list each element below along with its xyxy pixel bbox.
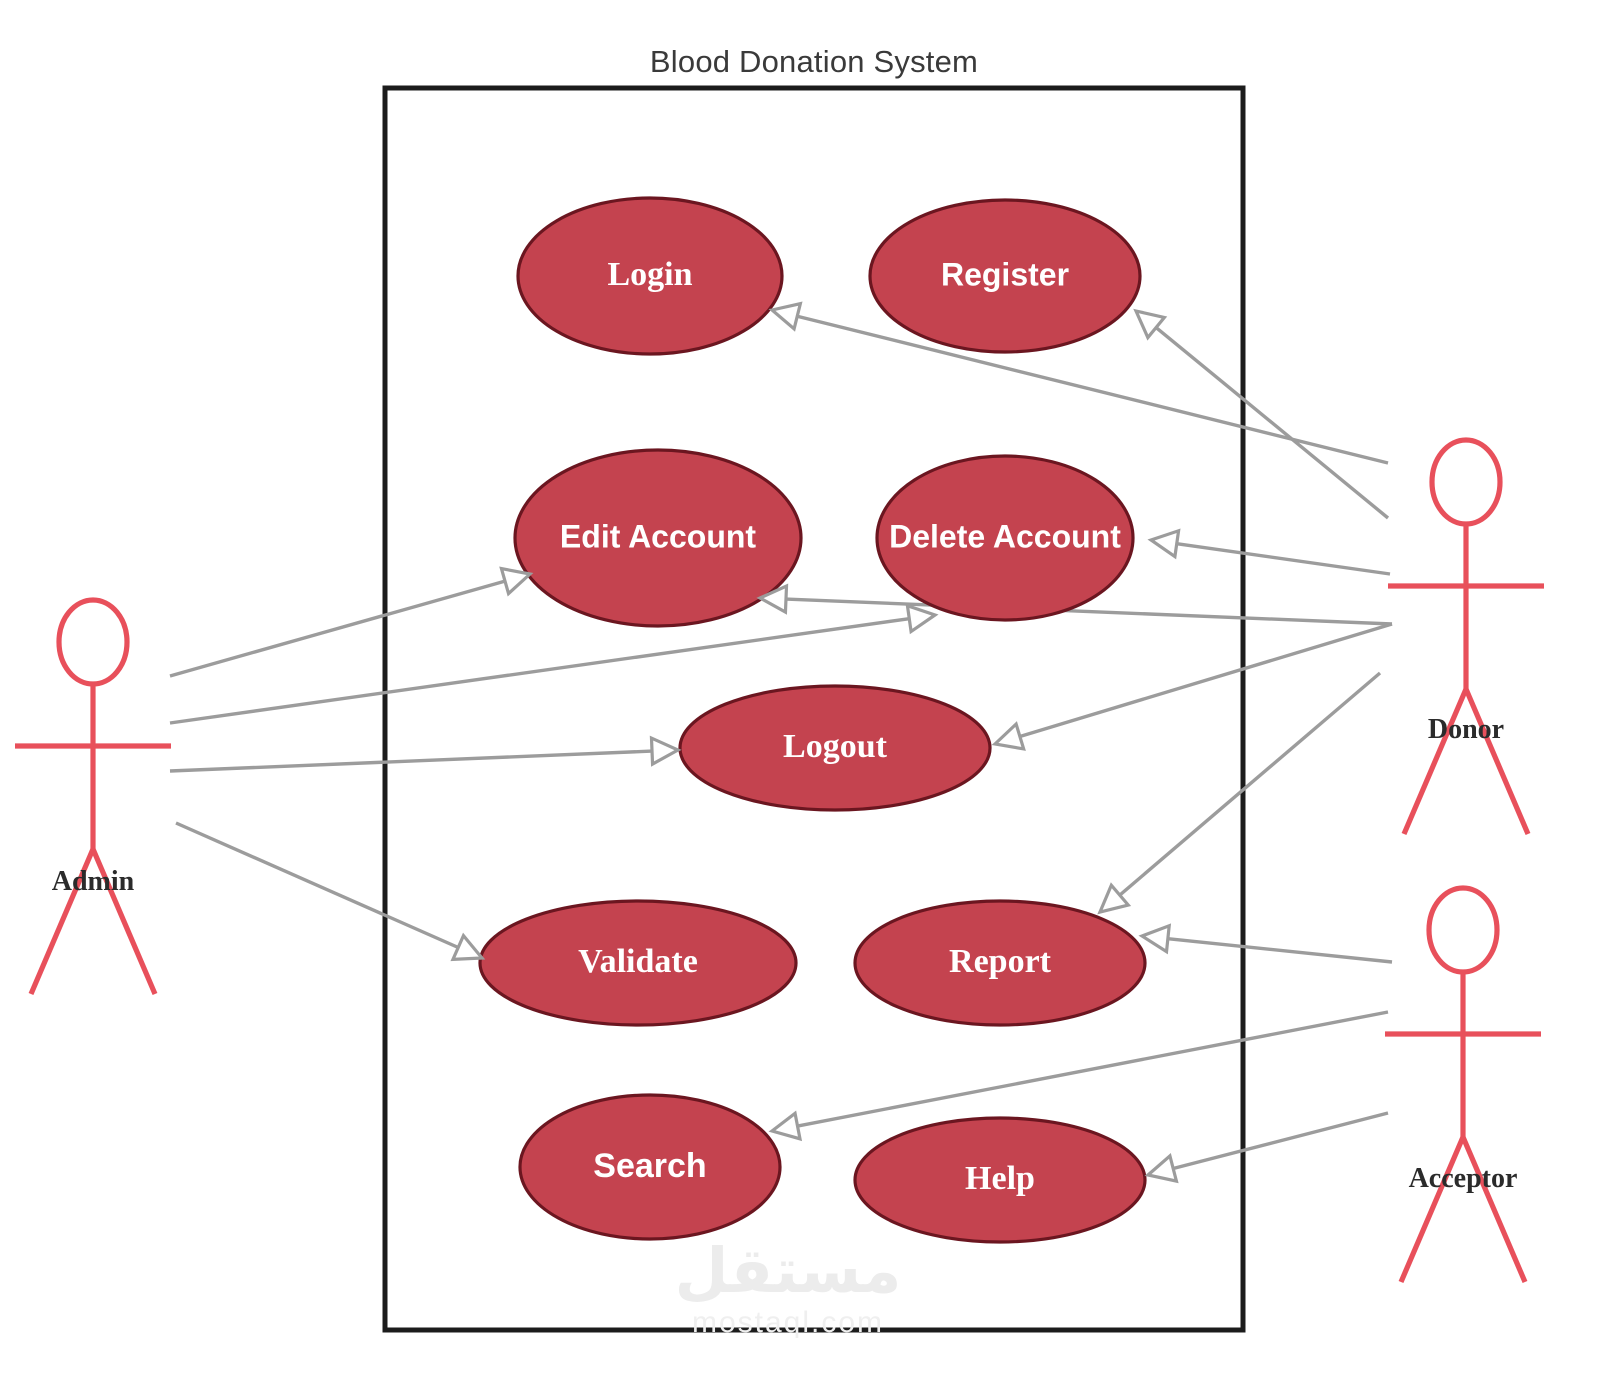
association-donor-to-register	[1155, 326, 1390, 520]
arrowhead-acceptor-to-help	[1144, 1153, 1179, 1184]
association-admin-to-logout	[169, 749, 653, 773]
actor-left-leg-acceptor	[1398, 1135, 1466, 1284]
arrowhead-admin-to-validate	[450, 932, 486, 962]
uml-use-case-diagram: Blood Donation System مستقل mostaql.com …	[15, 44, 1544, 1339]
actor-admin[interactable]: Admin	[15, 597, 171, 996]
use-case-label-edit: Edit Account	[560, 518, 756, 554]
arrowhead-donor-to-register	[1133, 308, 1168, 341]
watermark-latin-text: mostaql.com	[692, 1306, 884, 1339]
use-case-label-report: Report	[949, 943, 1052, 980]
association-donor-to-delete	[1176, 541, 1391, 576]
association-donor-to-logout	[1019, 622, 1393, 739]
actor-head-donor	[1429, 437, 1503, 527]
association-acceptor-to-help	[1172, 1111, 1389, 1171]
arrowhead-acceptor-to-report	[1138, 923, 1172, 955]
use-case-label-delete: Delete Account	[889, 518, 1121, 554]
use-case-validate[interactable]: Validate	[478, 899, 798, 1027]
arrowhead-acceptor-to-search	[768, 1110, 803, 1142]
actor-right-leg-donor	[1463, 687, 1531, 836]
use-case-login[interactable]: Login	[516, 196, 784, 356]
use-case-search[interactable]: Search	[518, 1093, 782, 1241]
use-case-logout[interactable]: Logout	[678, 684, 992, 812]
actor-label-acceptor: Acceptor	[1409, 1163, 1518, 1194]
actor-label-admin: Admin	[52, 866, 135, 897]
actor-head-admin	[56, 597, 130, 687]
actor-right-leg-acceptor	[1460, 1135, 1528, 1284]
use-case-register[interactable]: Register	[868, 198, 1142, 354]
association-donor-to-report	[1118, 671, 1382, 897]
arrowhead-admin-to-edit	[499, 566, 534, 597]
actor-donor[interactable]: Donor	[1388, 437, 1544, 836]
watermark: مستقل mostaql.com	[675, 1234, 902, 1339]
use-case-help[interactable]: Help	[853, 1116, 1147, 1244]
actor-label-donor: Donor	[1428, 714, 1504, 745]
arrowhead-donor-to-report	[1097, 882, 1132, 915]
use-case-label-validate: Validate	[578, 943, 698, 980]
association-admin-to-edit	[169, 579, 506, 678]
association-donor-to-login	[796, 314, 1389, 465]
arrowhead-admin-to-logout	[649, 735, 682, 767]
use-case-layer: Login Register Edit Account Delete Account L…	[478, 196, 1147, 1244]
arrowhead-donor-to-login	[768, 301, 803, 332]
use-case-edit[interactable]: Edit Account	[513, 448, 803, 628]
association-acceptor-to-search	[797, 1010, 1389, 1128]
use-case-report[interactable]: Report	[853, 899, 1147, 1027]
arrowhead-donor-to-delete	[1147, 528, 1181, 560]
association-donor-to-edit	[785, 597, 1393, 626]
actor-head-acceptor	[1426, 885, 1500, 975]
arrowhead-admin-to-delete	[905, 603, 939, 635]
actor-left-leg-donor	[1401, 687, 1469, 836]
association-acceptor-to-report	[1167, 936, 1393, 964]
system-title: Blood Donation System	[650, 44, 978, 79]
association-admin-to-validate	[175, 821, 459, 950]
use-case-label-register: Register	[941, 256, 1069, 292]
use-case-diagram-canvas: Blood Donation System مستقل mostaql.com …	[0, 0, 1618, 1394]
actor-acceptor[interactable]: Acceptor	[1385, 885, 1541, 1284]
use-case-label-help: Help	[965, 1160, 1035, 1197]
use-case-label-logout: Logout	[783, 728, 888, 765]
use-case-label-search: Search	[593, 1147, 706, 1185]
arrowhead-donor-to-logout	[991, 721, 1026, 751]
use-case-label-login: Login	[607, 256, 692, 293]
use-case-delete[interactable]: Delete Account	[875, 454, 1135, 622]
watermark-arabic-text: مستقل	[675, 1234, 902, 1307]
